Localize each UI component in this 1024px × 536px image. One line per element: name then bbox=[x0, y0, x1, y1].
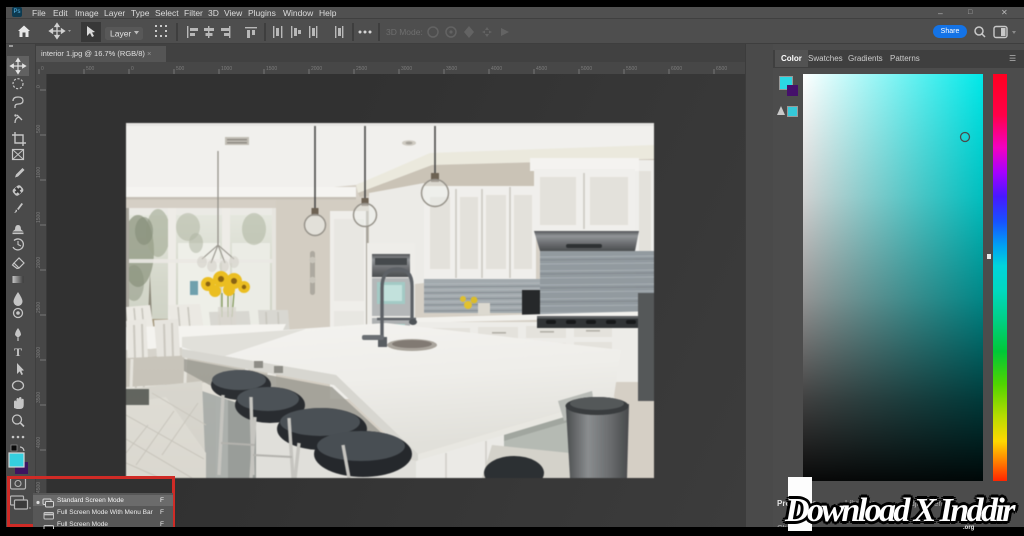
svg-text:0: 0 bbox=[41, 66, 44, 72]
svg-text:T: T bbox=[14, 345, 22, 359]
svg-text:2000: 2000 bbox=[36, 257, 42, 268]
svg-text:1500: 1500 bbox=[266, 66, 277, 72]
svg-text:500: 500 bbox=[176, 66, 185, 72]
svg-text:3D Mode:: 3D Mode: bbox=[386, 27, 423, 37]
svg-text:6500: 6500 bbox=[716, 66, 727, 72]
svg-text:500: 500 bbox=[36, 124, 42, 133]
svg-text:5000: 5000 bbox=[581, 66, 592, 72]
svg-text:3000: 3000 bbox=[36, 347, 42, 358]
svg-text:500: 500 bbox=[86, 66, 95, 72]
svg-text:4500: 4500 bbox=[536, 66, 547, 72]
svg-text:4000: 4000 bbox=[491, 66, 502, 72]
svg-text:2500: 2500 bbox=[356, 66, 367, 72]
svg-text:0: 0 bbox=[131, 66, 134, 72]
svg-text:4000: 4000 bbox=[36, 437, 42, 448]
svg-text:1500: 1500 bbox=[36, 212, 42, 223]
svg-text:1000: 1000 bbox=[36, 167, 42, 178]
svg-text:2500: 2500 bbox=[36, 302, 42, 313]
svg-text:3500: 3500 bbox=[36, 392, 42, 403]
svg-text:3000: 3000 bbox=[401, 66, 412, 72]
svg-text:5500: 5500 bbox=[626, 66, 637, 72]
svg-text:3500: 3500 bbox=[446, 66, 457, 72]
svg-text:0: 0 bbox=[36, 85, 42, 88]
svg-text:1000: 1000 bbox=[221, 66, 232, 72]
svg-text:2000: 2000 bbox=[311, 66, 322, 72]
svg-text:6000: 6000 bbox=[671, 66, 682, 72]
svg-text:Layer: Layer bbox=[110, 29, 131, 39]
